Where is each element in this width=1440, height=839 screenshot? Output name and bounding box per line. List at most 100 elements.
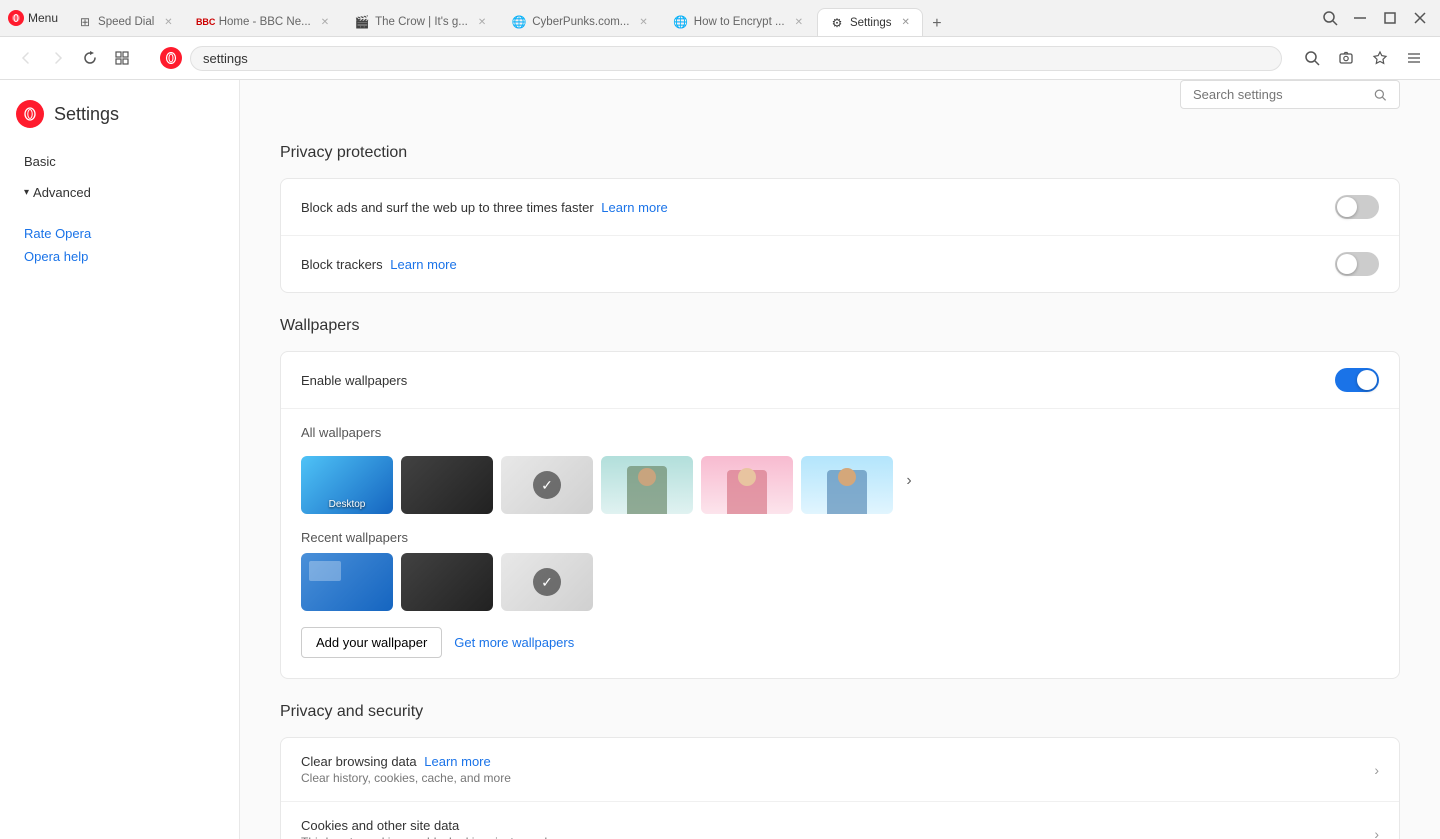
cookies-title: Cookies and other site data <box>301 818 1374 833</box>
address-text: settings <box>203 51 248 66</box>
privacy-protection-title: Privacy protection <box>280 144 1400 162</box>
wallpaper-item-4[interactable] <box>601 456 693 514</box>
clear-browsing-link[interactable]: Learn more <box>424 754 490 769</box>
sidebar: Settings Basic ▾ Advanced Rate Opera Ope… <box>0 80 240 839</box>
privacy-security-card: Clear browsing data Learn more Clear his… <box>280 737 1400 839</box>
tab-cyberpunks-close[interactable]: ✕ <box>639 17 647 28</box>
opera-icon <box>8 10 24 26</box>
clear-browsing-content: Clear browsing data Learn more Clear his… <box>301 754 1374 785</box>
encrypt-icon: 🌐 <box>674 15 688 29</box>
browser-window: Menu ⊞ Speed Dial ✕ BBC Home - BBC Ne...… <box>0 0 1440 839</box>
block-trackers-toggle[interactable] <box>1335 252 1379 276</box>
add-tab-button[interactable]: + <box>925 12 949 36</box>
clear-browsing-title: Clear browsing data Learn more <box>301 754 1374 769</box>
tabs-grid-button[interactable] <box>108 44 136 72</box>
recent-wallpaper-check: ✓ <box>533 568 561 596</box>
privacy-security-section: Privacy and security Clear browsing data… <box>280 703 1400 839</box>
address-bar[interactable]: settings <box>190 46 1282 71</box>
clear-browsing-row[interactable]: Clear browsing data Learn more Clear his… <box>281 738 1399 802</box>
all-wallpapers-row: Desktop ✓ <box>301 448 1379 514</box>
wallpaper-item-6[interactable] <box>801 456 893 514</box>
recent-wallpapers-subsection: Recent wallpapers ✓ <box>301 530 1379 611</box>
bbc-icon: BBC <box>199 15 213 29</box>
get-more-wallpapers-link[interactable]: Get more wallpapers <box>454 635 574 650</box>
tab-bbc-label: Home - BBC Ne... <box>219 16 311 28</box>
block-ads-row: Block ads and surf the web up to three t… <box>281 179 1399 236</box>
wallpapers-title: Wallpapers <box>280 317 1400 335</box>
crow-icon: 🎬 <box>355 15 369 29</box>
toolbar-search-icon[interactable] <box>1298 44 1326 72</box>
tab-bbc-close[interactable]: ✕ <box>321 17 329 28</box>
wallpaper-item-3[interactable]: ✓ <box>501 456 593 514</box>
search-toolbar-icon[interactable] <box>1318 6 1342 30</box>
page-layout: Settings Basic ▾ Advanced Rate Opera Ope… <box>0 80 1440 839</box>
recent-wallpaper-3[interactable]: ✓ <box>501 553 593 611</box>
cookies-desc: Third-party cookies are blocked in priva… <box>301 835 1374 839</box>
speed-dial-icon: ⊞ <box>78 15 92 29</box>
search-input[interactable] <box>1193 87 1366 102</box>
tab-crow-close[interactable]: ✕ <box>478 17 486 28</box>
wallpaper-item-2[interactable] <box>401 456 493 514</box>
menu-tab[interactable]: Menu <box>0 6 66 30</box>
sidebar-toggle-icon[interactable] <box>1400 44 1428 72</box>
cookies-row[interactable]: Cookies and other site data Third-party … <box>281 802 1399 839</box>
tab-settings-label: Settings <box>850 17 892 29</box>
page-title: Settings <box>54 104 119 125</box>
privacy-security-title: Privacy and security <box>280 703 1400 721</box>
sidebar-rate-opera[interactable]: Rate Opera <box>16 222 223 245</box>
tab-speed-dial-close[interactable]: ✕ <box>164 17 172 28</box>
tab-settings[interactable]: ⚙ Settings ✕ <box>817 8 923 36</box>
sidebar-basic[interactable]: Basic <box>16 148 223 175</box>
block-trackers-label: Block trackers <box>301 257 383 272</box>
wallpapers-section: Wallpapers Enable wallpapers All wallpap… <box>280 317 1400 679</box>
privacy-protection-section: Privacy protection Block ads and surf th… <box>280 144 1400 293</box>
advanced-chevron-icon: ▾ <box>24 187 29 198</box>
block-trackers-link[interactable]: Learn more <box>390 257 456 272</box>
forward-button[interactable] <box>44 44 72 72</box>
favorites-icon[interactable] <box>1366 44 1394 72</box>
settings-logo <box>16 100 44 128</box>
cyberpunks-icon: 🌐 <box>512 15 526 29</box>
wallpaper-label-1: Desktop <box>301 499 393 510</box>
close-window-button[interactable] <box>1408 6 1432 30</box>
wallpapers-card: Enable wallpapers All wallpapers D <box>280 351 1400 679</box>
tab-encrypt-close[interactable]: ✕ <box>795 17 803 28</box>
back-button[interactable] <box>12 44 40 72</box>
tab-cyberpunks[interactable]: 🌐 CyberPunks.com... ✕ <box>500 8 660 36</box>
tab-settings-close[interactable]: ✕ <box>902 17 910 28</box>
opera-toolbar-logo <box>160 47 182 69</box>
enable-wallpapers-toggle[interactable] <box>1335 368 1379 392</box>
block-trackers-row: Block trackers Learn more <box>281 236 1399 292</box>
wallpaper-item-1[interactable]: Desktop <box>301 456 393 514</box>
sidebar-opera-help[interactable]: Opera help <box>16 245 223 268</box>
search-icon <box>1374 88 1387 102</box>
add-wallpaper-button[interactable]: Add your wallpaper <box>301 627 442 658</box>
toolbar: settings <box>0 37 1440 80</box>
reload-button[interactable] <box>76 44 104 72</box>
sidebar-advanced[interactable]: ▾ Advanced <box>16 179 223 206</box>
nav-buttons <box>12 44 136 72</box>
tab-encrypt[interactable]: 🌐 How to Encrypt ... ✕ <box>662 8 815 36</box>
main-content: Privacy protection Block ads and surf th… <box>240 80 1440 839</box>
recent-wallpaper-1[interactable] <box>301 553 393 611</box>
cookies-arrow-icon: › <box>1374 826 1379 839</box>
search-bar[interactable] <box>1180 80 1400 109</box>
block-trackers-text: Block trackers Learn more <box>301 257 1335 272</box>
camera-icon[interactable] <box>1332 44 1360 72</box>
block-ads-link[interactable]: Learn more <box>601 200 667 215</box>
tab-crow[interactable]: 🎬 The Crow | It's g... ✕ <box>343 8 498 36</box>
recent-wallpaper-2[interactable] <box>401 553 493 611</box>
minimize-button[interactable] <box>1348 6 1372 30</box>
tab-speed-dial[interactable]: ⊞ Speed Dial ✕ <box>66 8 185 36</box>
block-ads-toggle[interactable] <box>1335 195 1379 219</box>
settings-tab-icon: ⚙ <box>830 16 844 30</box>
wallpaper-inner: All wallpapers Desktop <box>281 409 1399 678</box>
tab-encrypt-label: How to Encrypt ... <box>694 16 785 28</box>
maximize-button[interactable] <box>1378 6 1402 30</box>
wallpapers-next-button[interactable]: › <box>897 452 921 510</box>
tab-crow-label: The Crow | It's g... <box>375 16 468 28</box>
tab-bbc[interactable]: BBC Home - BBC Ne... ✕ <box>187 8 341 36</box>
recent-wallpapers-grid: ✓ <box>301 553 1379 611</box>
wallpaper-item-5[interactable] <box>701 456 793 514</box>
search-settings-container <box>1180 80 1400 109</box>
